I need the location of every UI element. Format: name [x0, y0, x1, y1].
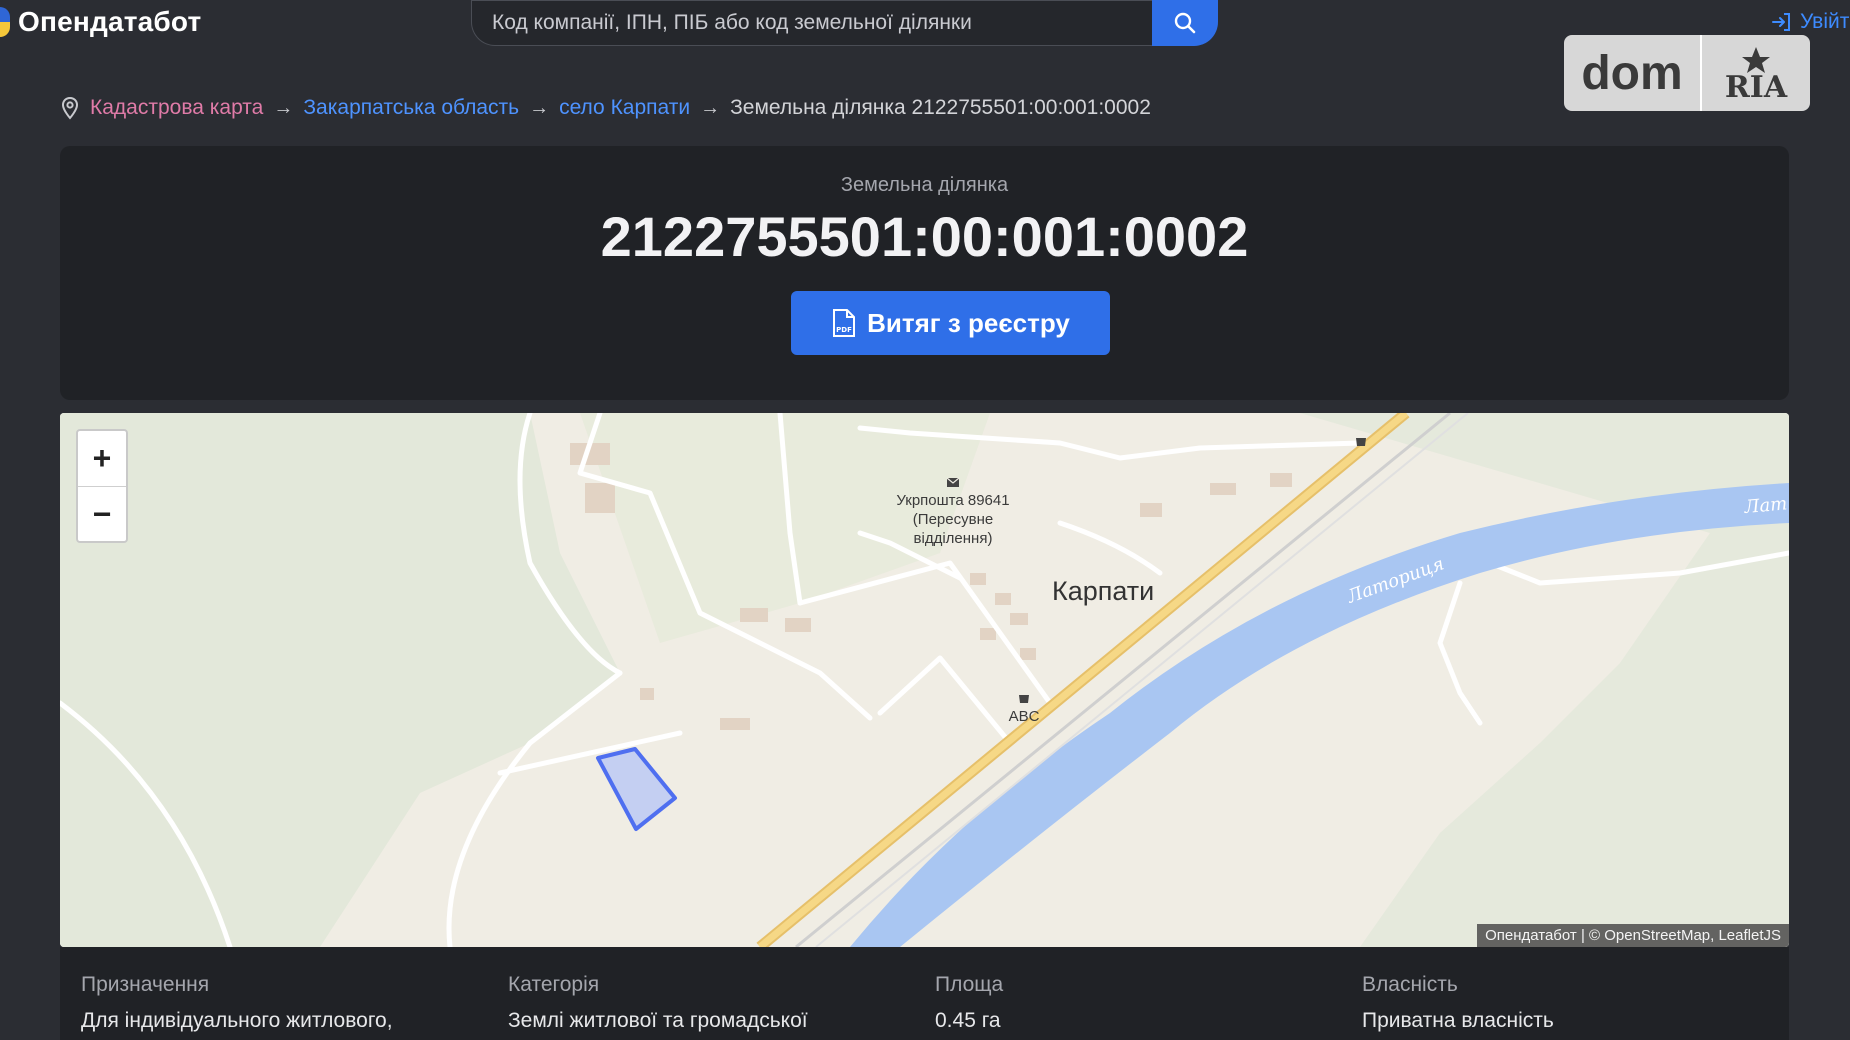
- arrow-right-icon: →: [273, 96, 294, 119]
- logo-text: Опендатабот: [18, 6, 202, 37]
- domria-watermark: dom RIA: [1564, 35, 1810, 111]
- property-value: Землі житлової та громадської: [508, 1009, 808, 1032]
- property-value: 0.45 га: [935, 1009, 1001, 1032]
- property-purpose: Призначення Для індивідуального житловог…: [81, 973, 393, 1033]
- page-title: 2122755501:00:001:0002: [600, 205, 1249, 268]
- registry-extract-button[interactable]: PDF Витяг з реєстру: [791, 291, 1110, 355]
- watermark-dom: dom: [1564, 35, 1702, 111]
- zoom-in-button[interactable]: +: [78, 431, 126, 486]
- zoom-out-button[interactable]: −: [78, 487, 126, 541]
- logo[interactable]: Опендатабот: [0, 6, 201, 38]
- login-link[interactable]: Увійти: [1770, 10, 1850, 34]
- property-value: Приватна власність: [1362, 1009, 1554, 1032]
- shop-icon: [1019, 695, 1029, 703]
- breadcrumb: Кадастрова карта → Закарпатська область …: [60, 96, 1151, 120]
- property-label: Власність: [1362, 973, 1458, 996]
- watermark-ria-logo: RIA: [1702, 35, 1810, 111]
- property-value: Для індивідуального житлового,: [81, 1009, 393, 1032]
- zoom-control: + −: [76, 429, 128, 543]
- ria-logo-icon: RIA: [1725, 47, 1788, 103]
- search-bar: [471, 0, 1218, 46]
- parcel-label: Земельна ділянка: [840, 174, 1009, 196]
- breadcrumb-cadastral-map[interactable]: Кадастрова карта: [90, 96, 263, 120]
- post-office-label: Укрпошта 89641 (Пересувне відділення): [880, 491, 1026, 548]
- parcel-properties: Призначення Для індивідуального житловог…: [60, 947, 1789, 1040]
- property-area: Площа 0.45 га: [935, 973, 1003, 1033]
- location-pin-icon: [61, 96, 79, 120]
- post-office-line-1: Укрпошта 89641: [896, 492, 1010, 509]
- river-label-edge: Лат: [1743, 493, 1788, 518]
- login-icon: [1772, 13, 1790, 31]
- property-label: Площа: [935, 973, 1004, 996]
- cadastral-map[interactable]: Латориця Лат + − Укрпошта 89641 (Пересув…: [60, 413, 1789, 947]
- shop-icon-2: [1356, 438, 1366, 446]
- registry-extract-label: Витяг з реєстру: [867, 307, 1070, 338]
- watermark-ria-text: RIA: [1725, 70, 1788, 103]
- property-category: Категорія Землі житлової та громадської: [508, 973, 808, 1033]
- breadcrumb-current: Земельна ділянка 2122755501:00:001:0002: [730, 96, 1151, 119]
- post-office-line-2: (Пересувне: [912, 511, 994, 528]
- svg-text:PDF: PDF: [836, 326, 852, 334]
- property-ownership: Власність Приватна власність: [1362, 973, 1554, 1033]
- login-label: Увійти: [1800, 10, 1850, 33]
- breadcrumb-village[interactable]: село Карпати: [559, 96, 690, 120]
- breadcrumb-region[interactable]: Закарпатська область: [303, 96, 519, 120]
- post-office-icon: [946, 477, 960, 487]
- property-label: Категорія: [508, 973, 600, 996]
- place-name-label: Карпати: [1052, 576, 1155, 606]
- arrow-right-icon: →: [700, 96, 721, 119]
- search-button[interactable]: [1152, 0, 1218, 46]
- search-icon: [1174, 12, 1196, 34]
- shop-label: ABC: [1008, 708, 1040, 725]
- search-input[interactable]: [471, 0, 1152, 46]
- parcel-header-card: Земельна ділянка 2122755501:00:001:0002 …: [60, 146, 1789, 400]
- arrow-right-icon: →: [529, 96, 550, 119]
- pdf-file-icon: PDF: [833, 309, 856, 337]
- post-office-line-3: відділення): [913, 530, 993, 547]
- property-label: Призначення: [81, 973, 210, 996]
- logo-icon: [0, 7, 10, 37]
- map-attribution[interactable]: Опендатабот | © OpenStreetMap, LeafletJS: [1477, 924, 1789, 947]
